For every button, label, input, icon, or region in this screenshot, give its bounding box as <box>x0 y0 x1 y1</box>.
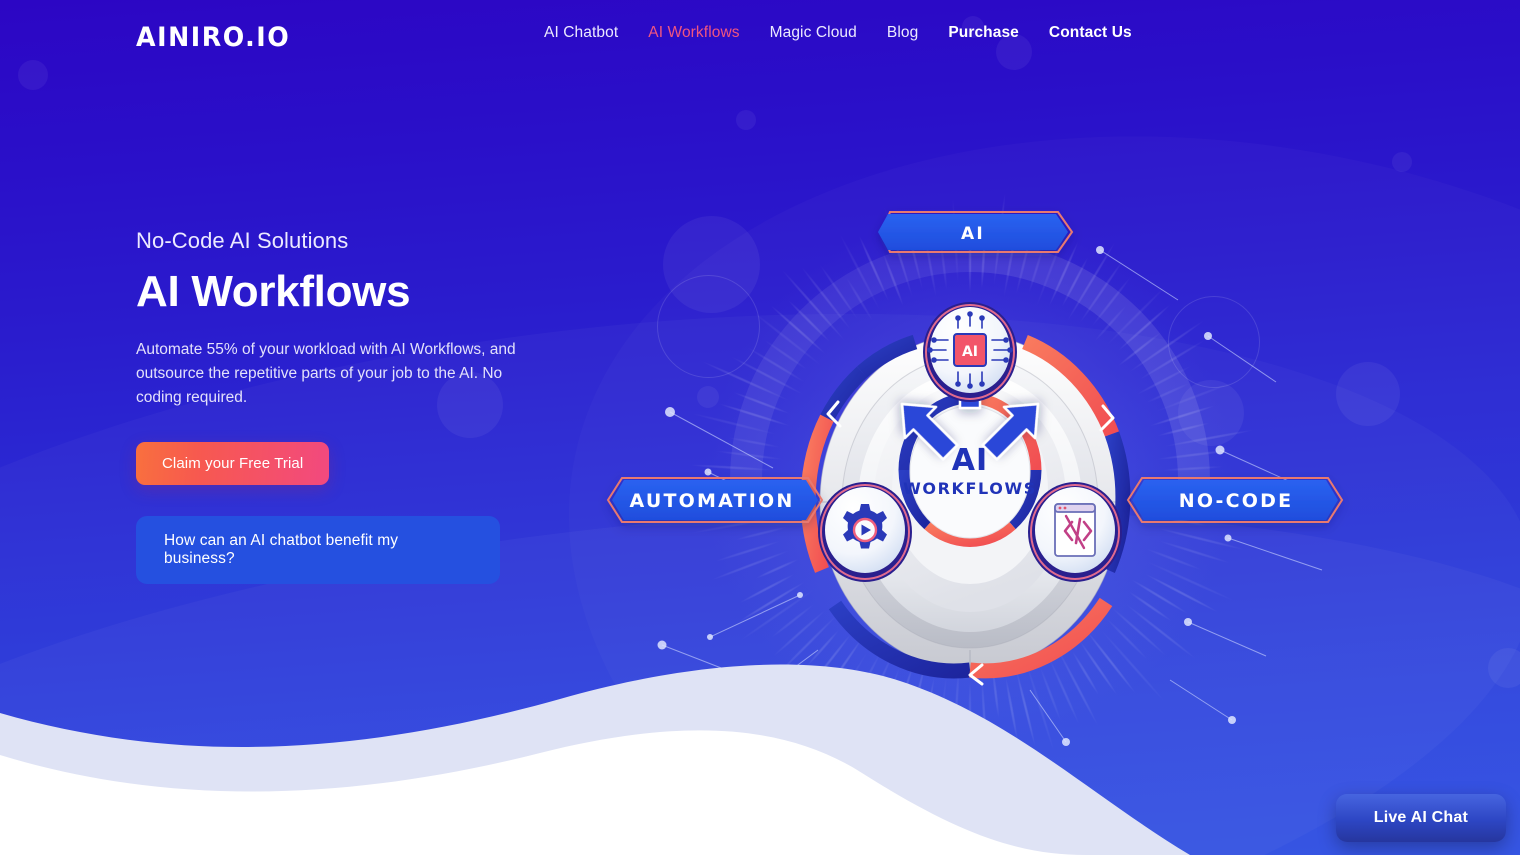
claim-free-trial-button[interactable]: Claim your Free Trial <box>136 441 330 485</box>
chatbot-question-button[interactable]: How can an AI chatbot benefit my busines… <box>136 515 500 584</box>
live-ai-chat-button[interactable]: Live AI Chat <box>1335 794 1506 842</box>
banner-ai: AI <box>878 211 1074 253</box>
svg-text:AI: AI <box>962 344 978 360</box>
ai-workflows-illustration: AI WORKFLOWS 01 02 03 <box>560 150 1440 770</box>
page-background: AINIRO.IO AI Chatbot AI Workflows Magic … <box>0 0 1520 855</box>
brand-logo[interactable]: AINIRO.IO <box>136 22 290 53</box>
no-code-window-icon-circle <box>1028 482 1122 582</box>
nav-item-blog[interactable]: Blog <box>887 24 918 42</box>
banner-no-code-label: NO-CODE <box>1179 490 1294 512</box>
banner-automation-label: AUTOMATION <box>630 490 795 512</box>
banner-no-code: NO-CODE <box>1126 477 1344 523</box>
main-navigation: AI Chatbot AI Workflows Magic Cloud Blog… <box>544 24 1132 42</box>
hero-copy: No-Code AI Solutions AI Workflows Automa… <box>136 228 556 584</box>
nav-item-purchase[interactable]: Purchase <box>948 24 1019 42</box>
ai-chip-icon-circle: AI <box>923 302 1017 402</box>
nav-item-contact-us[interactable]: Contact Us <box>1049 24 1132 42</box>
gear-play-icon-circle <box>818 482 912 582</box>
hero-description: Automate 55% of your workload with AI Wo… <box>136 340 516 406</box>
center-label-workflows: WORKFLOWS <box>903 479 1037 498</box>
site-header: AINIRO.IO AI Chatbot AI Workflows Magic … <box>0 0 1520 70</box>
hero-eyebrow: No-Code AI Solutions <box>136 228 349 253</box>
decorative-bubble <box>1488 648 1520 688</box>
nav-item-magic-cloud[interactable]: Magic Cloud <box>770 24 857 42</box>
page-title: AI Workflows <box>136 267 411 316</box>
nav-item-ai-chatbot[interactable]: AI Chatbot <box>544 24 618 42</box>
decorative-bubble <box>736 110 756 130</box>
banner-automation: AUTOMATION <box>606 477 824 523</box>
nav-item-ai-workflows[interactable]: AI Workflows <box>648 24 739 42</box>
no-code-window-icon <box>1054 503 1096 557</box>
banner-ai-label: AI <box>961 224 985 244</box>
center-label-ai: AI <box>952 443 988 478</box>
